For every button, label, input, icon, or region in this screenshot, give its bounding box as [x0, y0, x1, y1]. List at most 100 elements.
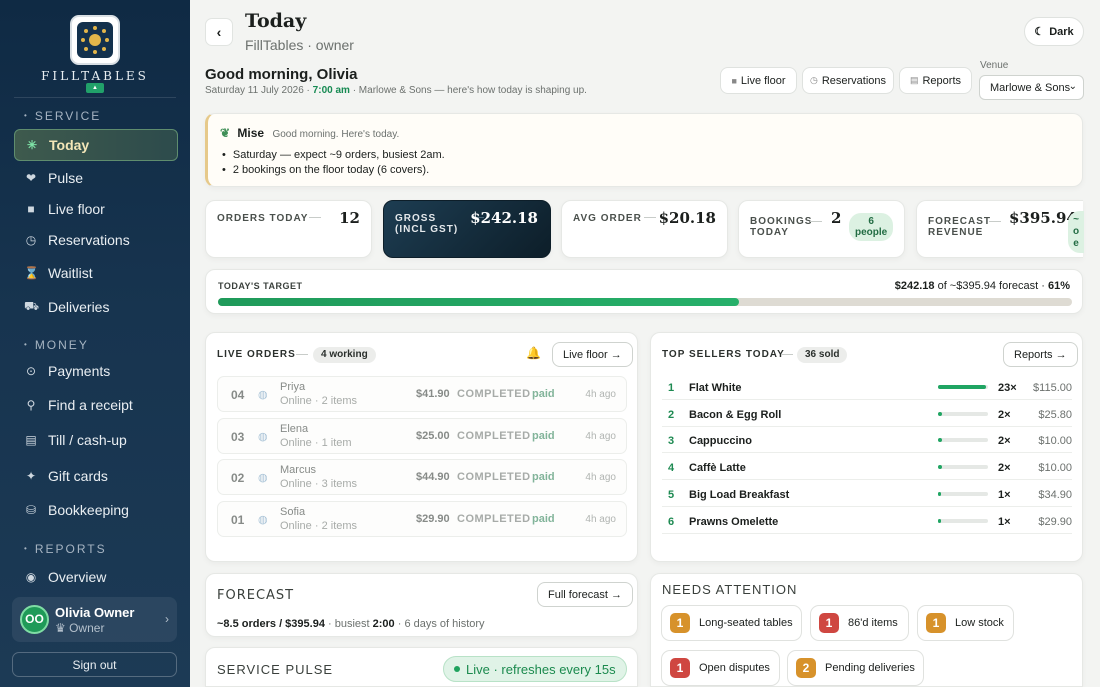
sidebar-item-label: Payments — [48, 363, 111, 379]
sparkle-icon: ✳ — [26, 138, 38, 152]
seller-share-fill — [938, 438, 942, 443]
sidebar-item-payments[interactable]: ⊙ Payments — [14, 355, 178, 387]
target-icon: ◉ — [25, 570, 37, 584]
sun-logo-icon — [77, 22, 113, 58]
section-title-reports: REPORTS — [24, 542, 107, 556]
panel-title: SERVICE PULSE — [217, 662, 334, 677]
seller-name: Bacon & Egg Roll — [689, 408, 782, 421]
brand-name: FILLTABLES — [41, 69, 149, 83]
sidebar-item-deliveries[interactable]: ⛟ Deliveries — [14, 291, 178, 323]
seller-name: Big Load Breakfast — [689, 488, 790, 501]
attention-chip-low-stock[interactable]: 1 Low stock — [917, 605, 1014, 641]
live-floor-button[interactable]: ■ Live floor — [720, 67, 797, 94]
live-floor-link-button[interactable]: Live floor → — [552, 342, 633, 367]
sign-out-button[interactable]: Sign out — [12, 652, 177, 677]
seller-revenue: $34.90 — [1038, 488, 1072, 501]
kpi-orders-today[interactable]: ORDERS TODAY 12 — [205, 200, 372, 258]
order-row[interactable]: 01 ◍ Sofia Online · 2 items $29.90 COMPL… — [217, 501, 627, 537]
seller-share-fill — [938, 518, 941, 523]
panel-title: TOP SELLERS TODAY — [662, 349, 785, 360]
kpi-value: $395.94 — [1009, 209, 1077, 227]
seller-row[interactable]: 5 Big Load Breakfast 1× $34.90 — [662, 481, 1072, 507]
reports-link-button[interactable]: Reports → — [1003, 342, 1078, 367]
clock-icon: ◷ — [25, 233, 37, 247]
order-row[interactable]: 02 ◍ Marcus Online · 3 items $44.90 COMP… — [217, 459, 627, 495]
user-name: Olivia Owner — [55, 605, 135, 620]
panel-title: NEEDS ATTENTION — [662, 582, 798, 597]
seller-row[interactable]: 3 Cappuccino 2× $10.00 — [662, 427, 1072, 454]
chart-icon: ▤ — [909, 75, 919, 85]
user-menu[interactable]: OO Olivia Owner ♛ Owner › — [12, 597, 177, 642]
sidebar-item-label: Pulse — [48, 170, 84, 186]
order-row[interactable]: 03 ◍ Elena Online · 1 item $25.00 COMPLE… — [217, 418, 627, 454]
seller-share-fill — [938, 491, 941, 496]
sidebar-item-label: Gift cards — [48, 468, 108, 484]
sidebar-item-reservations[interactable]: ◷ Reservations — [14, 224, 178, 256]
seller-qty: 2× — [998, 408, 1011, 421]
attention-chip-open-disputes[interactable]: 1 Open disputes — [661, 650, 780, 686]
bell-icon[interactable]: 🔔 — [526, 346, 541, 360]
moon-icon: ☾ — [1034, 26, 1045, 38]
sidebar-item-find-receipt[interactable]: ⚲ Find a receipt — [14, 389, 178, 421]
sidebar-item-label: Deliveries — [48, 299, 110, 315]
needs-attention-panel: NEEDS ATTENTION 1 Long-seated tables 1 8… — [650, 573, 1083, 687]
attention-chip-86d-items[interactable]: 1 86'd items — [810, 605, 909, 641]
kpi-value: $242.18 — [470, 209, 538, 227]
brand-logo[interactable] — [70, 15, 120, 65]
dark-mode-toggle[interactable]: ☾ Dark — [1024, 17, 1084, 46]
globe-icon: ◍ — [258, 472, 268, 484]
seller-share-bar — [938, 411, 988, 416]
reservations-button[interactable]: ◷ Reservations — [802, 67, 894, 94]
seller-qty: 23× — [998, 382, 1017, 394]
full-forecast-button[interactable]: Full forecast → — [537, 582, 633, 607]
mise-bullet: 2 bookings on the floor today (6 covers)… — [222, 164, 445, 176]
sidebar-item-live-floor[interactable]: ■ Live floor — [14, 193, 178, 225]
seller-row[interactable]: 2 Bacon & Egg Roll 2× $25.80 — [662, 401, 1072, 427]
seller-row[interactable]: 6 Prawns Omelette 1× $29.90 — [662, 508, 1072, 534]
seller-share-bar — [938, 438, 988, 443]
kpi-gross[interactable]: GROSS (INCL GST) $242.18 — [383, 200, 551, 258]
seller-rank: 5 — [668, 488, 675, 501]
seller-revenue: $29.90 — [1038, 515, 1072, 528]
sidebar-item-till[interactable]: ▤ Till / cash-up — [14, 424, 178, 456]
reports-button[interactable]: ▤ Reports — [899, 67, 972, 94]
sidebar-item-label: Till / cash-up — [48, 432, 127, 448]
kpi-bookings-today[interactable]: BOOKINGS TODAY 2 6 people — [738, 200, 905, 258]
target-progress-fill — [218, 298, 739, 306]
square-icon: ■ — [27, 202, 35, 216]
back-button[interactable]: ‹ — [205, 18, 233, 46]
sidebar-item-label: Bookkeeping — [48, 502, 129, 518]
sidebar-item-gift-cards[interactable]: ✦ Gift cards — [14, 460, 178, 492]
square-icon: ■ — [731, 75, 737, 86]
sidebar-item-bookkeeping[interactable]: ⛁ Bookkeeping — [14, 494, 178, 526]
seller-name: Flat White — [689, 382, 742, 394]
sidebar-item-overview[interactable]: ◉ Overview — [14, 561, 178, 593]
seller-revenue: $10.00 — [1038, 462, 1072, 475]
seller-name: Prawns Omelette — [689, 515, 779, 528]
seller-share-bar — [938, 491, 988, 496]
divider — [14, 97, 176, 98]
mise-bullet: Saturday — expect ~9 orders, busiest 2am… — [222, 149, 445, 161]
gift-icon: ✦ — [25, 469, 37, 483]
live-status-badge: Live · refreshes every 15s — [443, 656, 627, 682]
attention-chip-long-seated[interactable]: 1 Long-seated tables — [661, 605, 802, 641]
seller-rank: 3 — [668, 435, 675, 448]
sidebar-item-label: Live floor — [48, 201, 105, 217]
seller-row[interactable]: 4 Caffè Latte 2× $10.00 — [662, 454, 1072, 481]
hourglass-icon: ⌛ — [24, 266, 39, 280]
seller-row[interactable]: 1 Flat White 23× $115.00 — [662, 374, 1072, 400]
venue-select[interactable]: Marlowe & Sons ⌄ — [979, 75, 1084, 100]
kpi-forecast-revenue[interactable]: FORECAST REVENUE $395.94 ~ o e — [916, 200, 1084, 258]
sidebar-item-label: Today — [49, 137, 90, 153]
sidebar-item-today[interactable]: ✳ Today — [14, 129, 178, 161]
order-row[interactable]: 04 ◍ Priya Online · 2 items $41.90 COMPL… — [217, 376, 627, 412]
seller-name: Caffè Latte — [689, 462, 746, 475]
attention-chip-pending-deliveries[interactable]: 2 Pending deliveries — [787, 650, 924, 686]
sidebar-item-waitlist[interactable]: ⌛ Waitlist — [14, 257, 178, 289]
kpi-value: $20.18 — [658, 209, 716, 227]
target-summary: $242.18 of ~$395.94 forecast · 61% — [894, 280, 1070, 292]
sidebar-item-pulse[interactable]: ❤ Pulse — [14, 162, 178, 194]
kpi-avg-order[interactable]: AVG ORDER $20.18 — [561, 200, 728, 258]
kpi-value: 12 — [339, 209, 360, 227]
leaf-icon: ❦ — [220, 126, 231, 140]
